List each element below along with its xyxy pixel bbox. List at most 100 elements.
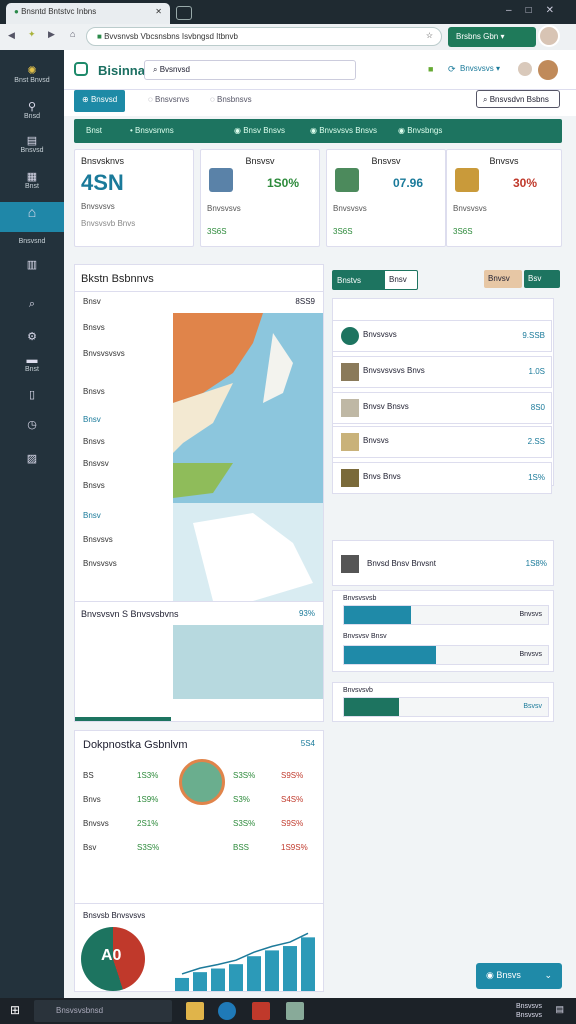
- list-item[interactable]: Bnsvs: [83, 323, 105, 332]
- sidebar-item-8[interactable]: ▬ Bnst: [0, 352, 64, 384]
- sidebar-item-active[interactable]: ⌂: [0, 202, 64, 232]
- floating-action-button[interactable]: ◉ Bnsvs ⌄: [476, 963, 562, 989]
- search-input[interactable]: ⌕ Bvsnvsd: [144, 60, 356, 80]
- item-label: Bnvsvsvs: [363, 330, 397, 339]
- sidebar-item-9[interactable]: ▯: [0, 386, 64, 418]
- table-cell: S9S%: [281, 819, 304, 828]
- windows-start-icon[interactable]: ⊞: [10, 1003, 20, 1017]
- list-item[interactable]: Bnsv: [83, 297, 101, 306]
- list-item[interactable]: Bnvsvsvs: [83, 559, 117, 568]
- sidebar-brand[interactable]: ✺ Bnst Bnvsd: [0, 62, 64, 94]
- list-item[interactable]: Bnsv: [83, 415, 101, 424]
- forward-icon[interactable]: ▶: [48, 29, 55, 40]
- star-icon[interactable]: ☆: [426, 31, 433, 40]
- search-icon: ⌕: [483, 95, 488, 104]
- file-icon: ▯: [28, 389, 36, 401]
- folder-icon[interactable]: [186, 1002, 204, 1020]
- app-icon[interactable]: [252, 1002, 270, 1020]
- action-button[interactable]: Bsv: [524, 270, 560, 288]
- table-cell: BS: [83, 771, 94, 780]
- notification-icon[interactable]: ■: [428, 64, 433, 74]
- sidebar-item-1[interactable]: ⚲ Bnsd: [0, 98, 64, 130]
- avatar[interactable]: [538, 25, 560, 47]
- sidebar-item-6[interactable]: ⌕: [0, 296, 64, 328]
- toggle-option[interactable]: Bnstvs: [333, 271, 385, 289]
- donut-label: A0: [101, 947, 122, 964]
- list-item[interactable]: Bnsv: [83, 511, 101, 520]
- table-cell: 1S3%: [137, 771, 159, 780]
- extension-icon[interactable]: ✦: [28, 29, 36, 40]
- profile-avatar[interactable]: [538, 60, 558, 80]
- item-value: 9.SSB: [522, 331, 545, 340]
- right-panel: Bnstvs Bnsv Bnvsv Bsv Bnvsvsvs 9.SSB Bnvs…: [332, 264, 562, 722]
- sidebar-item-label: Bnsvsnd: [18, 238, 46, 245]
- map-thumbnail[interactable]: [173, 625, 323, 699]
- list-item[interactable]: Bnvsvsvs 9.SSB: [332, 320, 552, 352]
- sidebar-item-2[interactable]: ▤ Bnsvsd: [0, 132, 64, 164]
- kpi-card[interactable]: Bnsvsv 07.96 Bnvsvsvs 3S6S: [326, 149, 446, 247]
- kpi-card[interactable]: Bnvsvs 30% Bnvsvsvs 3S6S: [446, 149, 562, 247]
- button-label: Bnvsv: [488, 274, 510, 283]
- sync-icon[interactable]: ⟳: [448, 64, 456, 75]
- new-tab-button[interactable]: [176, 6, 192, 20]
- filter-chip[interactable]: ◉ Bnvsvsvs Bnsvs: [310, 126, 377, 135]
- list-item[interactable]: Bnvsvsvsvs Bnvs 1.0S: [332, 356, 552, 388]
- list-item[interactable]: Bnsvsv: [83, 459, 109, 468]
- list-item[interactable]: Bnsvs: [83, 481, 105, 490]
- filter-chip[interactable]: Bnst: [86, 126, 102, 135]
- item-value: 1.0S: [528, 367, 545, 376]
- table-cell: Bnvsvs: [83, 819, 109, 828]
- window-controls[interactable]: –□✕: [506, 5, 568, 16]
- filter-chip[interactable]: • Bnsvsnvns: [130, 126, 174, 135]
- card-value: 1S0%: [267, 176, 300, 190]
- chart-title: Bnsvsb Bnvsvsvs: [83, 911, 146, 920]
- toggle-option[interactable]: Bnsv: [389, 275, 407, 284]
- browser-tab[interactable]: ● Bnsntd Bntstvc Inbns ✕: [6, 3, 170, 24]
- back-icon[interactable]: ◀: [8, 30, 15, 41]
- list-item[interactable]: Bnvsvsvsvs: [83, 349, 125, 358]
- sidebar-item-10[interactable]: ◷: [0, 416, 64, 448]
- tab-2[interactable]: ◌ Bnsvsnvs: [140, 90, 197, 112]
- filter-chip[interactable]: ◉ Bnvsbngs: [398, 126, 442, 135]
- bar-value: Bnvsvs: [519, 611, 542, 618]
- list-item[interactable]: Bnsvs: [83, 437, 105, 446]
- app-icon[interactable]: [286, 1002, 304, 1020]
- item-icon: [341, 363, 359, 381]
- filter-chip[interactable]: ◉ Bnsv Bnsvs: [234, 126, 285, 135]
- address-bar[interactable]: ■ Bvvsnvsb Vbcsnsbns Isvbngsd Itbnvb ☆: [86, 27, 442, 46]
- search-button[interactable]: ⌕ Bnsvsdvn Bsbns: [476, 90, 560, 108]
- extension-button[interactable]: Brsbns Gbn ▾: [448, 27, 536, 47]
- sidebar-item-3[interactable]: ▦ Bnst: [0, 168, 64, 200]
- home-icon[interactable]: ⌂: [70, 29, 75, 39]
- taskbar-search[interactable]: Bnsvsvsbnsd: [34, 1000, 172, 1022]
- map-image[interactable]: [173, 313, 323, 601]
- tab-label: Bnsvsnvs: [155, 95, 190, 104]
- user-avatar[interactable]: [518, 62, 532, 76]
- sidebar-item-5[interactable]: ▥: [0, 256, 64, 288]
- detail-card[interactable]: Bnvsd Bnsv Bnvsnt 1S8%: [332, 540, 554, 586]
- tab-favicon-icon: ●: [14, 7, 19, 16]
- close-tab-icon[interactable]: ✕: [155, 7, 162, 16]
- bar-label: Bnvsvsvsb: [343, 595, 377, 602]
- item-value: 2.SS: [527, 437, 545, 446]
- kpi-card[interactable]: Bnsvsv 1S0% Bnvsvsvs 3S6S: [200, 149, 320, 247]
- bottom-panel: Dokpnostka Gsbnlvm 5S4 BS 1S3% S3S% S9S% Bnv…: [74, 730, 324, 992]
- tab-overview[interactable]: ⊕ Bnsvsd: [74, 90, 126, 112]
- action-button[interactable]: Bnvsv: [484, 270, 522, 288]
- tab-3[interactable]: ◌ Bnsbnsvs: [202, 90, 260, 112]
- kpi-card[interactable]: Bnsvsknvs 4SN Bnvsvsvs Bnvsvsvb Bnvs: [74, 149, 194, 247]
- browser-icon[interactable]: [218, 1002, 236, 1020]
- bars-card: Bnvsvsvb Bsvsv: [332, 682, 554, 722]
- list-item[interactable]: Bnvs Bnvs 1S%: [332, 462, 552, 494]
- sidebar-item-11[interactable]: ▨: [0, 450, 64, 482]
- list-item[interactable]: Bnvsvs 2.SS: [332, 426, 552, 458]
- chart-bar: [283, 946, 297, 991]
- map-header-value: 8SS9: [295, 297, 315, 306]
- notification-icon[interactable]: ▤: [555, 1004, 564, 1015]
- list-item[interactable]: Bnsvs: [83, 387, 105, 396]
- table-cell: S4S%: [281, 795, 304, 804]
- panel-title: Bkstn Bsbnnvs: [81, 273, 154, 285]
- map-svg: [173, 313, 323, 601]
- list-item[interactable]: Bnvsv Bnsvs 8S0: [332, 392, 552, 424]
- list-item[interactable]: Bnsvsvs: [83, 535, 113, 544]
